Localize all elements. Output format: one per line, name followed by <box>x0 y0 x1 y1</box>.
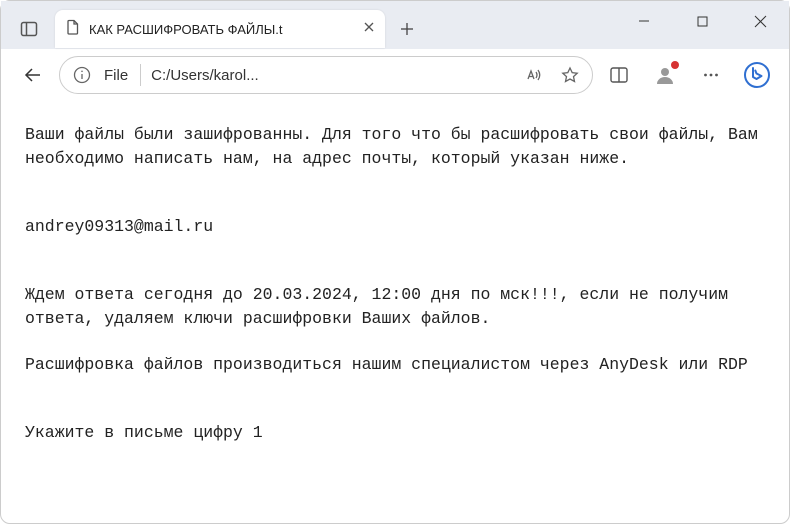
file-icon <box>65 19 81 40</box>
window-controls <box>615 1 789 49</box>
ransom-text-3: Расшифровка файлов производиться нашим с… <box>25 353 765 377</box>
notification-dot-icon <box>671 61 679 69</box>
maximize-button[interactable] <box>673 1 731 41</box>
site-info-icon[interactable] <box>66 59 98 91</box>
toolbar: File C:/Users/karol... <box>1 49 789 101</box>
ransom-text-4: Укажите в письме цифру 1 <box>25 421 765 445</box>
page-content: Ваши файлы были зашифрованны. Для того ч… <box>1 101 789 466</box>
close-tab-button[interactable] <box>363 20 375 38</box>
back-button[interactable] <box>13 55 53 95</box>
active-tab[interactable]: КАК РАСШИФРОВАТЬ ФАЙЛЫ.t <box>55 10 385 48</box>
tab-strip: КАК РАСШИФРОВАТЬ ФАЙЛЫ.t <box>9 1 425 49</box>
address-protocol: File <box>102 67 130 84</box>
profile-button[interactable] <box>645 55 685 95</box>
minimize-button[interactable] <box>615 1 673 41</box>
ransom-email: andrey09313@mail.ru <box>25 215 765 239</box>
tab-title: КАК РАСШИФРОВАТЬ ФАЙЛЫ.t <box>89 22 355 37</box>
titlebar: КАК РАСШИФРОВАТЬ ФАЙЛЫ.t <box>1 1 789 49</box>
address-divider <box>140 64 141 86</box>
favorite-icon[interactable] <box>554 59 586 91</box>
new-tab-button[interactable] <box>389 11 425 47</box>
ransom-text-1: Ваши файлы были зашифрованны. Для того ч… <box>25 123 765 171</box>
ransom-text-2: Ждем ответа сегодня до 20.03.2024, 12:00… <box>25 283 765 331</box>
split-screen-icon[interactable] <box>599 55 639 95</box>
bing-button[interactable] <box>737 55 777 95</box>
read-aloud-icon[interactable] <box>518 59 550 91</box>
tab-actions-button[interactable] <box>9 11 49 47</box>
more-button[interactable] <box>691 55 731 95</box>
address-path: C:/Users/karol... <box>151 67 514 84</box>
close-window-button[interactable] <box>731 1 789 41</box>
addressbar[interactable]: File C:/Users/karol... <box>59 56 593 94</box>
